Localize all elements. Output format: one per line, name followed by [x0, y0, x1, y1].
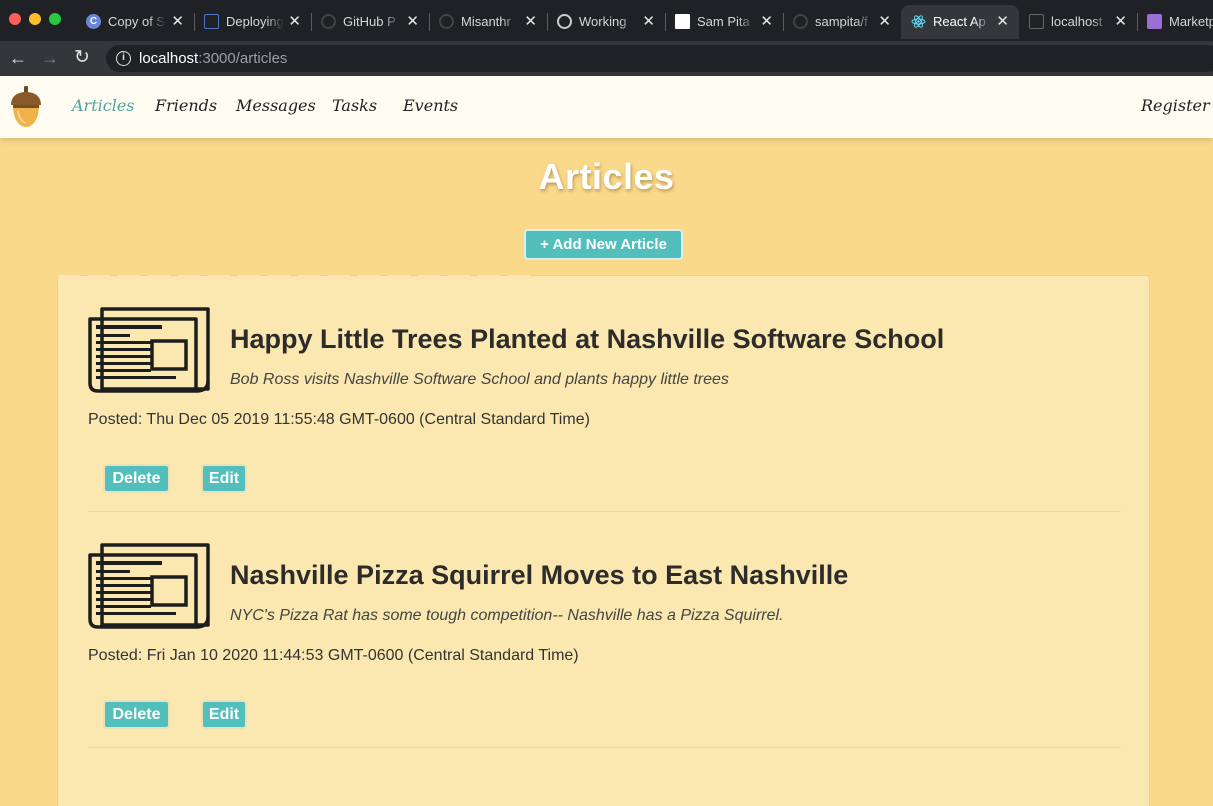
info-icon[interactable]: i [116, 51, 131, 66]
reload-icon[interactable]: ↻ [74, 48, 90, 68]
close-icon[interactable]: ✕ [406, 12, 419, 30]
app-navbar: Articles Friends Messages Tasks Events R… [0, 76, 1213, 138]
browser-tab[interactable]: GitHub P ✕ [311, 5, 430, 39]
nav-link-friends[interactable]: Friends [155, 96, 217, 115]
delete-article-button[interactable]: Delete [103, 700, 170, 729]
github-icon [439, 14, 454, 29]
github-icon [321, 14, 336, 29]
page-title: Articles [538, 156, 675, 197]
browser-tab[interactable]: Deploying ✕ [194, 5, 312, 39]
tab-title: Copy of S [108, 14, 166, 29]
add-new-article-button[interactable]: + Add New Article [524, 229, 683, 260]
article-synopsis: NYC's Pizza Rat has some tough competiti… [230, 607, 784, 624]
article-synopsis: Bob Ross visits Nashville Software Schoo… [230, 371, 729, 388]
react-icon [911, 14, 926, 29]
article-posted-date: Posted: Fri Jan 10 2020 11:44:53 GMT-060… [88, 647, 579, 664]
browser-tab-strip: C Copy of S ✕ Deploying ✕ GitHub P ✕ Mis… [0, 0, 1213, 41]
close-icon[interactable]: ✕ [288, 12, 301, 30]
nav-link-tasks[interactable]: Tasks [332, 96, 377, 115]
tab-title: Working [579, 14, 627, 29]
close-icon[interactable]: ✕ [760, 12, 773, 30]
browser-tab-active[interactable]: React Ap ✕ [901, 5, 1019, 39]
url-path: :3000/articles [198, 50, 288, 67]
url-text: localhost:3000/articles [139, 50, 287, 67]
article-title: Happy Little Trees Planted at Nashville … [230, 324, 945, 354]
article-posted-date: Posted: Thu Dec 05 2019 11:55:48 GMT-060… [88, 411, 590, 428]
tab-title: React Ap [933, 14, 986, 29]
delete-article-button[interactable]: Delete [103, 464, 170, 493]
github-icon [793, 14, 808, 29]
tab-title: Deploying [226, 14, 284, 29]
browser-tab[interactable]: Working ✕ [547, 5, 666, 39]
browser-tab[interactable]: localhost ✕ [1019, 5, 1138, 39]
window-close-dot[interactable] [9, 13, 21, 25]
edit-article-button[interactable]: Edit [201, 700, 247, 729]
close-icon[interactable]: ✕ [524, 12, 537, 30]
doc-icon [204, 14, 219, 29]
close-icon[interactable]: ✕ [878, 12, 891, 30]
article-title: Nashville Pizza Squirrel Moves to East N… [230, 560, 849, 590]
address-bar: ← → ↻ i localhost:3000/articles [0, 41, 1213, 76]
tab-title: Marketp [1169, 14, 1213, 29]
tab-title: GitHub P [343, 14, 396, 29]
nav-link-events[interactable]: Events [403, 96, 458, 115]
close-icon[interactable]: ✕ [1114, 12, 1127, 30]
back-arrow-icon[interactable]: ← [9, 48, 27, 68]
close-icon[interactable]: ✕ [996, 12, 1009, 30]
browser-tab[interactable]: Sam Pita ✕ [665, 5, 784, 39]
close-icon[interactable]: ✕ [642, 12, 655, 30]
acorn-logo-icon[interactable] [9, 85, 43, 129]
tab-title: sampita/f [815, 14, 868, 29]
edit-article-button[interactable]: Edit [201, 464, 247, 493]
tab-title: Sam Pita [697, 14, 750, 29]
newspaper-icon [88, 307, 210, 393]
github-icon [557, 14, 572, 29]
tab-title: localhost [1051, 14, 1103, 29]
window-minimize-dot[interactable] [29, 13, 41, 25]
blank-page-icon [675, 14, 690, 29]
nav-link-register[interactable]: Register [1141, 96, 1210, 115]
articles-card: Happy Little Trees Planted at Nashville … [57, 275, 1150, 806]
browser-tab[interactable]: Marketp [1137, 5, 1213, 39]
browser-tab[interactable]: sampita/f ✕ [783, 5, 902, 39]
window-zoom-dot[interactable] [49, 13, 61, 25]
browser-tab[interactable]: Misanthr ✕ [429, 5, 548, 39]
page-icon [1029, 14, 1044, 29]
newspaper-icon [88, 543, 210, 629]
article-item: Nashville Pizza Squirrel Moves to East N… [88, 512, 1121, 748]
nav-link-articles[interactable]: Articles [72, 96, 135, 115]
article-item: Happy Little Trees Planted at Nashville … [88, 276, 1121, 512]
vs-icon [1147, 14, 1162, 29]
url-input[interactable]: i localhost:3000/articles [106, 45, 1213, 72]
url-host: localhost [139, 50, 199, 67]
nav-link-messages[interactable]: Messages [236, 96, 316, 115]
tab-title: Misanthr [461, 14, 511, 29]
close-icon[interactable]: ✕ [171, 12, 184, 30]
browser-tab[interactable]: C Copy of S ✕ [76, 5, 195, 39]
chrome-c-icon: C [86, 14, 101, 29]
forward-arrow-icon[interactable]: → [41, 48, 59, 68]
